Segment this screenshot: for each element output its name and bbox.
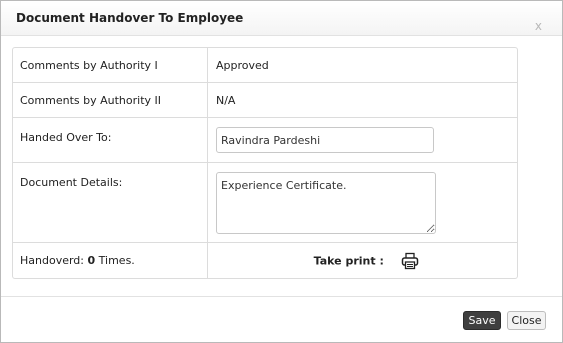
- handed-over-label: Handed Over To:: [13, 118, 208, 163]
- handed-over-cell: [208, 118, 517, 163]
- handover-count-cell: Handoverd: 0 Times.: [13, 243, 208, 278]
- close-button[interactable]: Close: [507, 311, 546, 330]
- handover-dialog: Document Handover To Employee x Comments…: [0, 0, 563, 343]
- handover-prefix: Handoverd:: [20, 254, 84, 267]
- authority2-row: Comments by Authority II N/A: [13, 83, 517, 118]
- handover-suffix: Times.: [98, 254, 135, 267]
- authority2-value: N/A: [208, 83, 517, 118]
- take-print-cell: Take print :: [208, 243, 517, 278]
- document-details-label: Document Details:: [13, 163, 208, 243]
- printer-icon[interactable]: [401, 252, 419, 270]
- authority1-label: Comments by Authority I: [13, 48, 208, 83]
- document-details-textarea[interactable]: Experience Certificate.: [216, 171, 436, 234]
- handed-over-input[interactable]: [216, 127, 434, 153]
- document-details-cell: Experience Certificate.: [208, 163, 517, 243]
- handover-count-row: Handoverd: 0 Times. Take print :: [13, 243, 517, 278]
- take-print-label: Take print :: [313, 254, 384, 267]
- close-icon[interactable]: x: [535, 20, 542, 32]
- document-details-row: Document Details: Experience Certificate…: [13, 163, 517, 243]
- dialog-title: Document Handover To Employee: [16, 11, 244, 25]
- dialog-header: Document Handover To Employee x: [1, 1, 562, 36]
- authority2-label: Comments by Authority II: [13, 83, 208, 118]
- save-button[interactable]: Save: [463, 311, 501, 330]
- authority1-value: Approved: [208, 48, 517, 83]
- footer-divider: [1, 296, 562, 297]
- authority1-row: Comments by Authority I Approved: [13, 48, 517, 83]
- handover-count: 0: [87, 254, 96, 267]
- handover-form-table: Comments by Authority I Approved Comment…: [12, 47, 518, 279]
- handed-over-row: Handed Over To:: [13, 118, 517, 163]
